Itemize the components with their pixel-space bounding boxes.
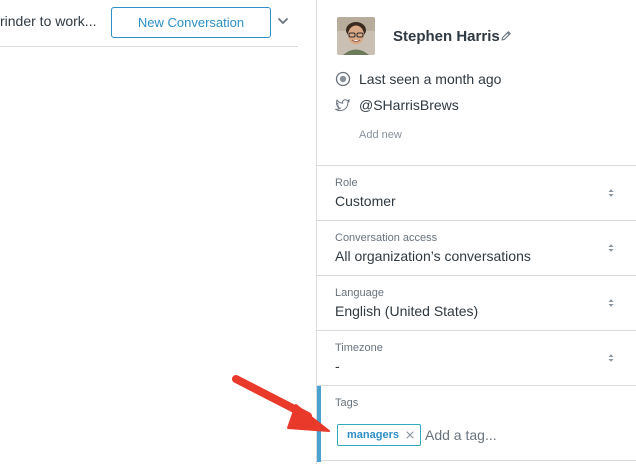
user-profile-panel: Stephen Harris Last seen a month ago @SH…: [317, 0, 636, 464]
timezone-value[interactable]: -: [335, 358, 340, 374]
conversation-header: rinder to work... New Conversation: [0, 0, 298, 47]
role-field[interactable]: Role Customer: [317, 165, 636, 219]
conversation-access-field[interactable]: Conversation access All organization’s c…: [317, 220, 636, 274]
add-new-link[interactable]: Add new: [359, 129, 402, 141]
conversation-access-value[interactable]: All organization’s conversations: [335, 248, 531, 264]
select-arrows-icon[interactable]: [608, 243, 614, 253]
select-arrows-icon[interactable]: [608, 298, 614, 308]
twitter-handle[interactable]: @SHarrisBrews: [359, 97, 459, 113]
tags-label: Tags: [335, 397, 359, 409]
twitter-row: @SHarrisBrews: [335, 96, 459, 114]
language-field[interactable]: Language English (United States): [317, 275, 636, 329]
select-arrows-icon[interactable]: [608, 188, 614, 198]
avatar-image: [337, 17, 375, 55]
status-circle-icon: [335, 71, 351, 87]
tag-chip[interactable]: managers: [337, 424, 421, 446]
add-tag-input[interactable]: [425, 425, 605, 445]
avatar[interactable]: [337, 17, 375, 55]
tag-text: managers: [347, 429, 399, 441]
last-seen-row: Last seen a month ago: [335, 70, 501, 88]
chevron-down-icon[interactable]: [276, 14, 290, 28]
language-value[interactable]: English (United States): [335, 303, 478, 319]
active-field-indicator: [317, 386, 321, 462]
new-conversation-button[interactable]: New Conversation: [111, 7, 271, 38]
last-seen-text: Last seen a month ago: [359, 71, 502, 87]
timezone-label: Timezone: [335, 342, 383, 354]
page: rinder to work... New Conversation Steph…: [0, 0, 636, 464]
role-label: Role: [335, 177, 358, 189]
role-value[interactable]: Customer: [335, 193, 396, 209]
conversation-access-label: Conversation access: [335, 232, 438, 244]
language-label: Language: [335, 287, 384, 299]
conversation-pane: rinder to work... New Conversation: [0, 0, 316, 464]
tags-field: Tags managers: [317, 385, 636, 462]
pencil-icon[interactable]: [500, 30, 512, 42]
user-name: Stephen Harris: [393, 28, 500, 45]
twitter-icon: [335, 98, 350, 112]
timezone-field[interactable]: Timezone -: [317, 330, 636, 384]
select-arrows-icon[interactable]: [608, 353, 614, 363]
conversation-subject: rinder to work...: [0, 13, 97, 29]
close-icon[interactable]: [406, 431, 414, 439]
